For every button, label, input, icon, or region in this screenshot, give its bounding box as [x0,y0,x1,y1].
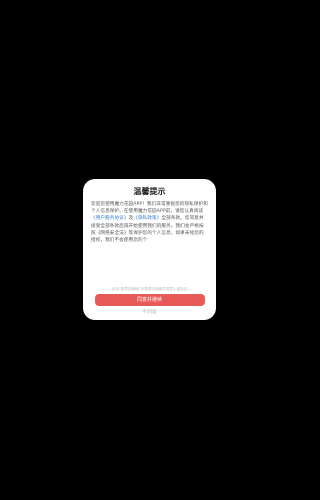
user-agreement-link[interactable]: 《用户服务协议》 [91,216,129,221]
agreement-hint: 点击“同意并继续”代表您已阅读并同意上述协议 [111,287,188,291]
privacy-policy-link[interactable]: 《隐私政策》 [133,216,161,221]
disagree-button[interactable]: 不同意 [142,309,156,317]
content-text-part1: 欢迎您使用魔力花园APP！我们非常重视您的隐私保护和个人信息保护。在使用魔力花园… [91,202,208,215]
screen-backdrop: 温馨提示 欢迎您使用魔力花园APP！我们非常重视您的隐私保护和个人信息保护。在使… [0,0,298,500]
agree-continue-button[interactable]: 同意并继续 [94,294,205,306]
dialog-title: 温馨提示 [133,187,166,196]
dialog-content: 欢迎您使用魔力花园APP！我们非常重视您的隐私保护和个人信息保护。在使用魔力花园… [91,201,208,285]
privacy-dialog: 温馨提示 欢迎您使用魔力花园APP！我们非常重视您的隐私保护和个人信息保护。在使… [83,179,216,320]
